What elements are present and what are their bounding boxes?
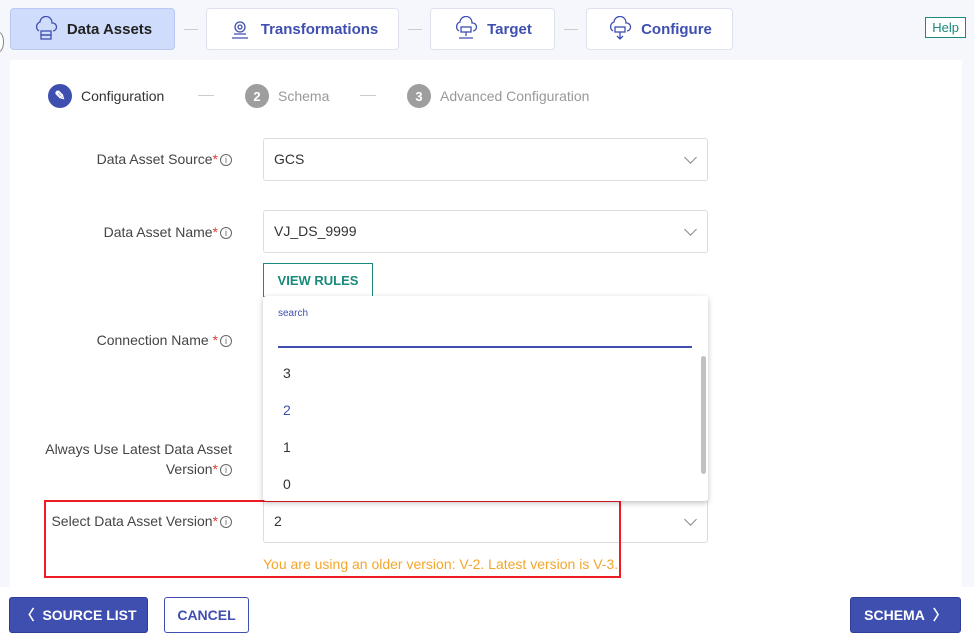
schema-button[interactable]: SCHEMA 〉: [850, 597, 961, 633]
step-schema[interactable]: 2 Schema: [245, 84, 329, 108]
step-number: 2: [245, 84, 269, 108]
tab-configure[interactable]: Configure: [586, 8, 733, 50]
option-0[interactable]: 0: [283, 476, 291, 492]
chevron-down-icon: [684, 151, 697, 164]
cloud-data-icon: [35, 16, 57, 40]
data-asset-name-select[interactable]: VJ_DS_9999: [263, 210, 708, 253]
scrollbar[interactable]: [701, 356, 706, 474]
transform-gear-icon: [231, 21, 248, 39]
connection-name-label: Connection Name * i: [97, 330, 232, 350]
view-rules-button[interactable]: VIEW RULES: [263, 263, 373, 297]
info-icon[interactable]: i: [220, 335, 232, 347]
info-icon[interactable]: i: [220, 154, 232, 166]
tab-target[interactable]: Target: [430, 8, 555, 50]
step-label: Schema: [278, 88, 330, 104]
cancel-button[interactable]: CANCEL: [164, 597, 249, 633]
cloud-target-icon: [456, 16, 478, 39]
option-3[interactable]: 3: [283, 365, 291, 381]
data-asset-name-label: Data Asset Name* i: [104, 222, 232, 242]
pencil-icon: ✎: [48, 84, 72, 108]
step-number: 3: [407, 84, 431, 108]
chevron-left-icon: 〈: [20, 607, 35, 623]
step-label: Configuration: [81, 88, 165, 104]
option-1[interactable]: 1: [283, 439, 291, 455]
cloud-configure-icon: [610, 16, 632, 40]
version-dropdown: search 3 2 1 0: [263, 296, 708, 501]
option-2[interactable]: 2: [283, 402, 291, 418]
search-input[interactable]: [278, 324, 692, 348]
tab-label: Target: [487, 20, 532, 38]
help-button[interactable]: Help: [925, 17, 966, 38]
chevron-down-icon: [684, 513, 697, 526]
chevron-right-icon: 〉: [932, 607, 947, 623]
search-label: search: [278, 308, 309, 319]
data-asset-source-label: Data Asset Source* i: [97, 149, 232, 169]
tab-transformations[interactable]: Transformations: [206, 8, 399, 50]
source-list-button[interactable]: 〈 SOURCE LIST: [9, 597, 148, 633]
chevron-down-icon: [684, 223, 697, 236]
step-label: Advanced Configuration: [440, 88, 590, 104]
step-advanced-configuration[interactable]: 3 Advanced Configuration: [407, 84, 589, 108]
tab-label: Transformations: [260, 20, 379, 38]
info-icon[interactable]: i: [220, 464, 232, 476]
panel-handle[interactable]: [0, 32, 4, 52]
info-icon[interactable]: i: [220, 227, 232, 239]
data-asset-source-select[interactable]: GCS: [263, 138, 708, 181]
always-latest-label: Always Use Latest Data Asset Version* i: [45, 441, 232, 477]
highlight-box: [44, 500, 621, 578]
tab-label: Configure: [641, 20, 712, 38]
step-configuration[interactable]: ✎ Configuration: [48, 84, 164, 108]
tab-data-assets[interactable]: Data Assets: [10, 8, 175, 50]
tab-label: Data Assets: [66, 20, 153, 38]
